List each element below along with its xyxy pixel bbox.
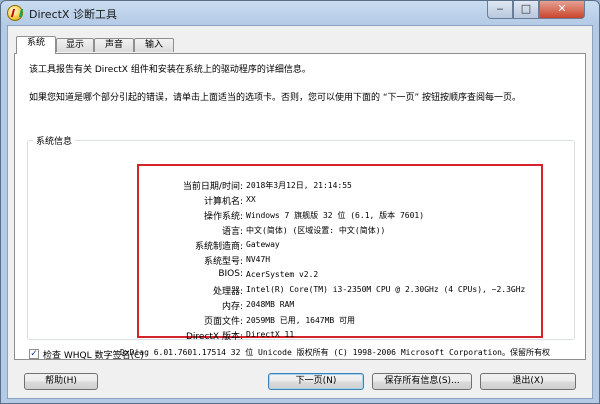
info-label: 内存:	[221, 302, 243, 312]
info-value: Windows 7 旗舰版 32 位 (6.1, 版本 7601)	[246, 211, 425, 220]
description-line-2: 如果您知道是哪个部分引起的错误，请单击上面适当的选项卡。否则，您可以使用下面的 …	[29, 93, 522, 103]
info-value: NV47H	[246, 255, 271, 264]
info-label: 系统型号:	[203, 257, 243, 267]
info-row-processor: 处理器: Intel(R) Core(TM) i3-2350M CPU @ 2.…	[135, 284, 535, 298]
next-page-button[interactable]: 下一页(N)	[268, 373, 364, 390]
info-label: 计算机名:	[203, 197, 243, 207]
info-label: DirectX 版本:	[185, 332, 243, 342]
info-value: 2018年3月12日, 21:14:55	[246, 181, 352, 190]
info-row-os: 操作系统: Windows 7 旗舰版 32 位 (6.1, 版本 7601)	[135, 209, 535, 223]
maximize-button[interactable]: □	[513, 1, 539, 19]
info-row-datetime: 当前日期/时间: 2018年3月12日, 21:14:55	[135, 179, 535, 193]
tab-display[interactable]: 显示	[56, 38, 94, 52]
info-row-language: 语言: 中文(简体) (区域设置: 中文(简体))	[135, 224, 535, 238]
info-value: XX	[246, 195, 256, 204]
info-label: BIOS:	[218, 269, 243, 279]
directx-app-icon	[7, 5, 23, 21]
info-row-model: 系统型号: NV47H	[135, 254, 535, 268]
info-label: 语言:	[221, 227, 243, 237]
copyright-text: DxDiag 6.01.7601.17514 32 位 Unicode 版权所有…	[120, 348, 550, 357]
info-value: AcerSystem v2.2	[246, 270, 319, 279]
minimize-button[interactable]: ‒	[487, 1, 513, 19]
dialog-client-area: 系统 显示 声音 输入 该工具报告有关 DirectX 组件和安装在系统上的驱动…	[7, 25, 593, 399]
info-row-manufacturer: 系统制造商: Gateway	[135, 239, 535, 253]
tab-sound[interactable]: 声音	[94, 38, 134, 52]
info-value: DirectX 11	[246, 330, 295, 339]
info-value: 2059MB 已用, 1647MB 可用	[246, 316, 356, 325]
whql-checkbox[interactable]: ✓	[29, 349, 39, 359]
info-label: 当前日期/时间:	[182, 182, 243, 192]
info-label: 操作系统:	[203, 212, 243, 222]
info-row-page-file: 页面文件: 2059MB 已用, 1647MB 可用	[135, 314, 535, 328]
exit-button[interactable]: 退出(X)	[480, 373, 576, 390]
info-value: 2048MB RAM	[246, 300, 295, 309]
save-all-info-button[interactable]: 保存所有信息(S)...	[372, 373, 472, 390]
info-label: 处理器:	[212, 287, 243, 297]
system-tab-panel: 该工具报告有关 DirectX 组件和安装在系统上的驱动程序的详细信息。 如果您…	[14, 53, 586, 361]
info-label: 系统制造商:	[194, 242, 243, 252]
info-row-memory: 内存: 2048MB RAM	[135, 299, 535, 313]
window-title: DirectX 诊断工具	[29, 8, 117, 21]
title-bar[interactable]: DirectX 诊断工具 ‒ □ ✕	[1, 1, 599, 25]
tab-input[interactable]: 输入	[134, 38, 174, 52]
close-button[interactable]: ✕	[539, 1, 585, 19]
help-button[interactable]: 帮助(H)	[24, 373, 98, 390]
system-info-group-label: 系统信息	[33, 134, 76, 147]
info-row-directx-version: DirectX 版本: DirectX 11	[135, 329, 535, 343]
info-row-computer-name: 计算机名: XX	[135, 194, 535, 208]
info-label: 页面文件:	[203, 317, 243, 327]
description-line-1: 该工具报告有关 DirectX 组件和安装在系统上的驱动程序的详细信息。	[29, 65, 311, 75]
info-row-bios: BIOS: AcerSystem v2.2	[135, 269, 535, 283]
directx-diagnostic-window: DirectX 诊断工具 ‒ □ ✕ 系统 显示 声音 输入 该工具报告有关 D…	[0, 0, 600, 404]
info-value: 中文(简体) (区域设置: 中文(简体))	[246, 226, 386, 235]
info-value: Intel(R) Core(TM) i3-2350M CPU @ 2.30GHz…	[246, 285, 526, 294]
info-value: Gateway	[246, 240, 280, 249]
tab-system[interactable]: 系统	[16, 36, 56, 54]
